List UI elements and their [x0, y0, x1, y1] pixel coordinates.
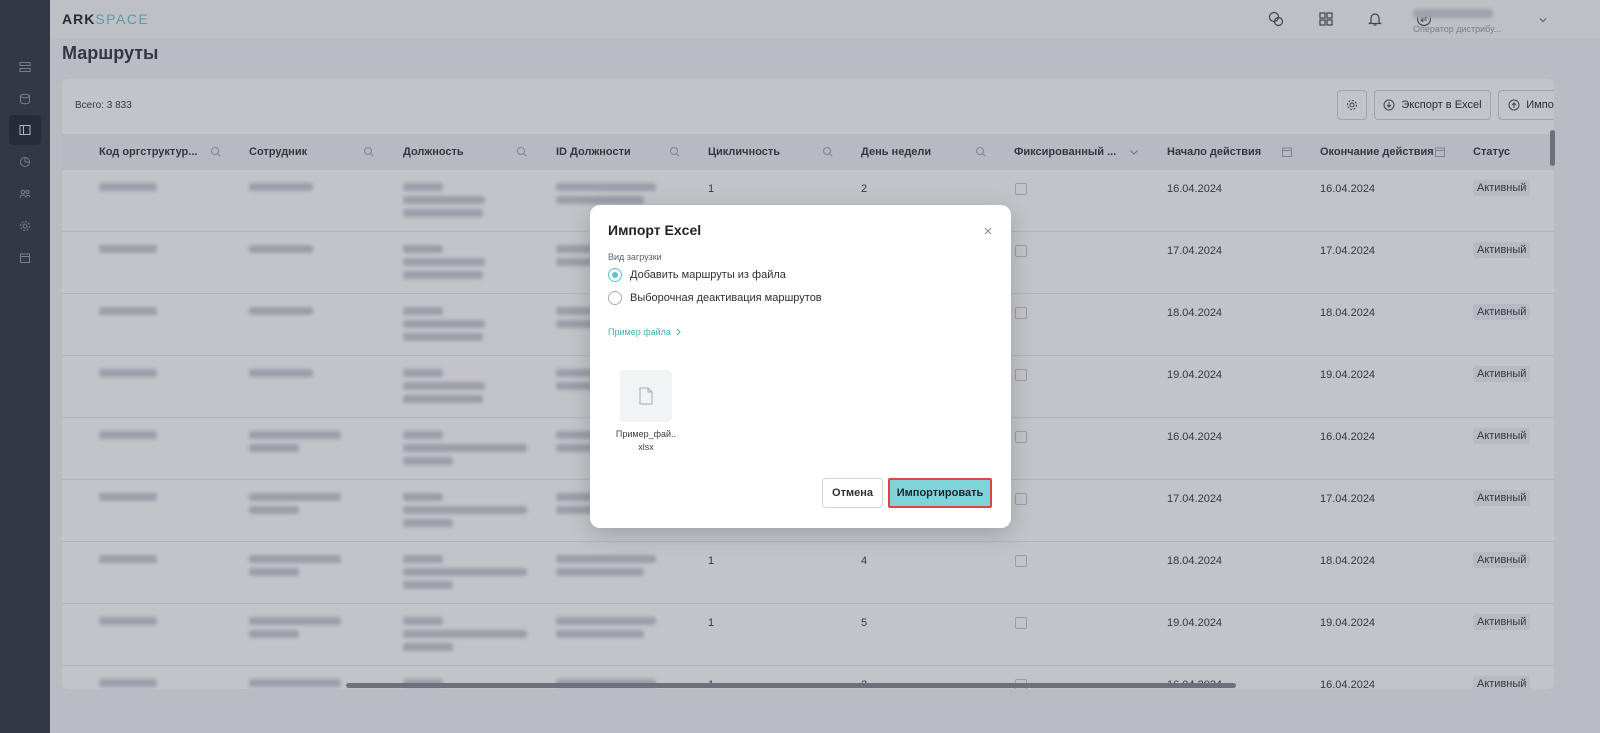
upload-type-label: Вид загрузки — [608, 252, 662, 262]
sample-file-thumbnail[interactable] — [620, 370, 672, 422]
cancel-button[interactable]: Отмена — [822, 478, 883, 508]
chevron-right-icon — [676, 328, 681, 336]
sample-file-name[interactable]: Пример_фай.. xlsx — [610, 428, 682, 454]
radio-deactivate-routes[interactable]: Выборочная деактивация маршрутов — [608, 291, 822, 305]
import-submit-button[interactable]: Импортировать — [888, 478, 992, 508]
radio-add-routes[interactable]: Добавить маршруты из файла — [608, 268, 786, 282]
radio-button[interactable] — [608, 291, 622, 305]
sample-file-link[interactable]: Пример файла — [608, 327, 682, 337]
file-icon — [639, 387, 653, 405]
import-excel-dialog: Импорт Excel Вид загрузки Добавить маршр… — [590, 205, 1011, 528]
radio-add-routes-label: Добавить маршруты из файла — [630, 269, 786, 281]
radio-button-checked[interactable] — [608, 268, 622, 282]
dialog-title: Импорт Excel — [608, 222, 702, 238]
radio-deactivate-label: Выборочная деактивация маршрутов — [630, 292, 822, 304]
close-icon[interactable] — [982, 225, 994, 237]
